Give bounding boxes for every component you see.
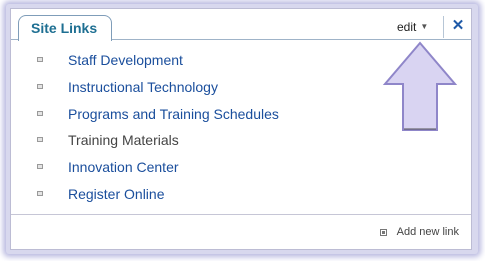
bullet-icon: [37, 164, 43, 170]
link-programs-training-schedules[interactable]: Programs and Training Schedules: [68, 106, 279, 122]
link-training-materials[interactable]: Training Materials: [68, 132, 179, 148]
add-new-link-label: Add new link: [396, 226, 459, 238]
header-divider: [443, 16, 444, 38]
link-innovation-center[interactable]: Innovation Center: [68, 159, 179, 175]
list-item: Innovation Center: [11, 154, 471, 181]
widget-title: Site Links: [31, 20, 98, 36]
widget-footer: Add new link: [11, 214, 471, 251]
bullet-icon: [37, 57, 43, 62]
add-new-link-button[interactable]: Add new link: [379, 225, 459, 239]
add-link-icon: [379, 229, 387, 236]
up-arrow-icon: [382, 41, 458, 131]
link-register-online[interactable]: Register Online: [68, 186, 165, 202]
bullet-icon: [37, 137, 43, 143]
list-item: Register Online: [11, 181, 471, 208]
link-staff-development[interactable]: Staff Development: [68, 52, 183, 68]
close-icon[interactable]: ✕: [450, 16, 466, 36]
widget-title-tab: Site Links: [18, 15, 113, 41]
link-instructional-technology[interactable]: Instructional Technology: [68, 79, 218, 95]
bullet-icon: [37, 190, 43, 196]
chevron-down-icon: ▼: [420, 22, 429, 31]
widget-header: Site Links edit ▼ ✕: [11, 9, 471, 41]
bullet-icon: [37, 110, 43, 116]
bullet-icon: [37, 83, 43, 89]
edit-menu-button[interactable]: edit ▼: [397, 18, 428, 36]
edit-label: edit: [397, 20, 417, 34]
